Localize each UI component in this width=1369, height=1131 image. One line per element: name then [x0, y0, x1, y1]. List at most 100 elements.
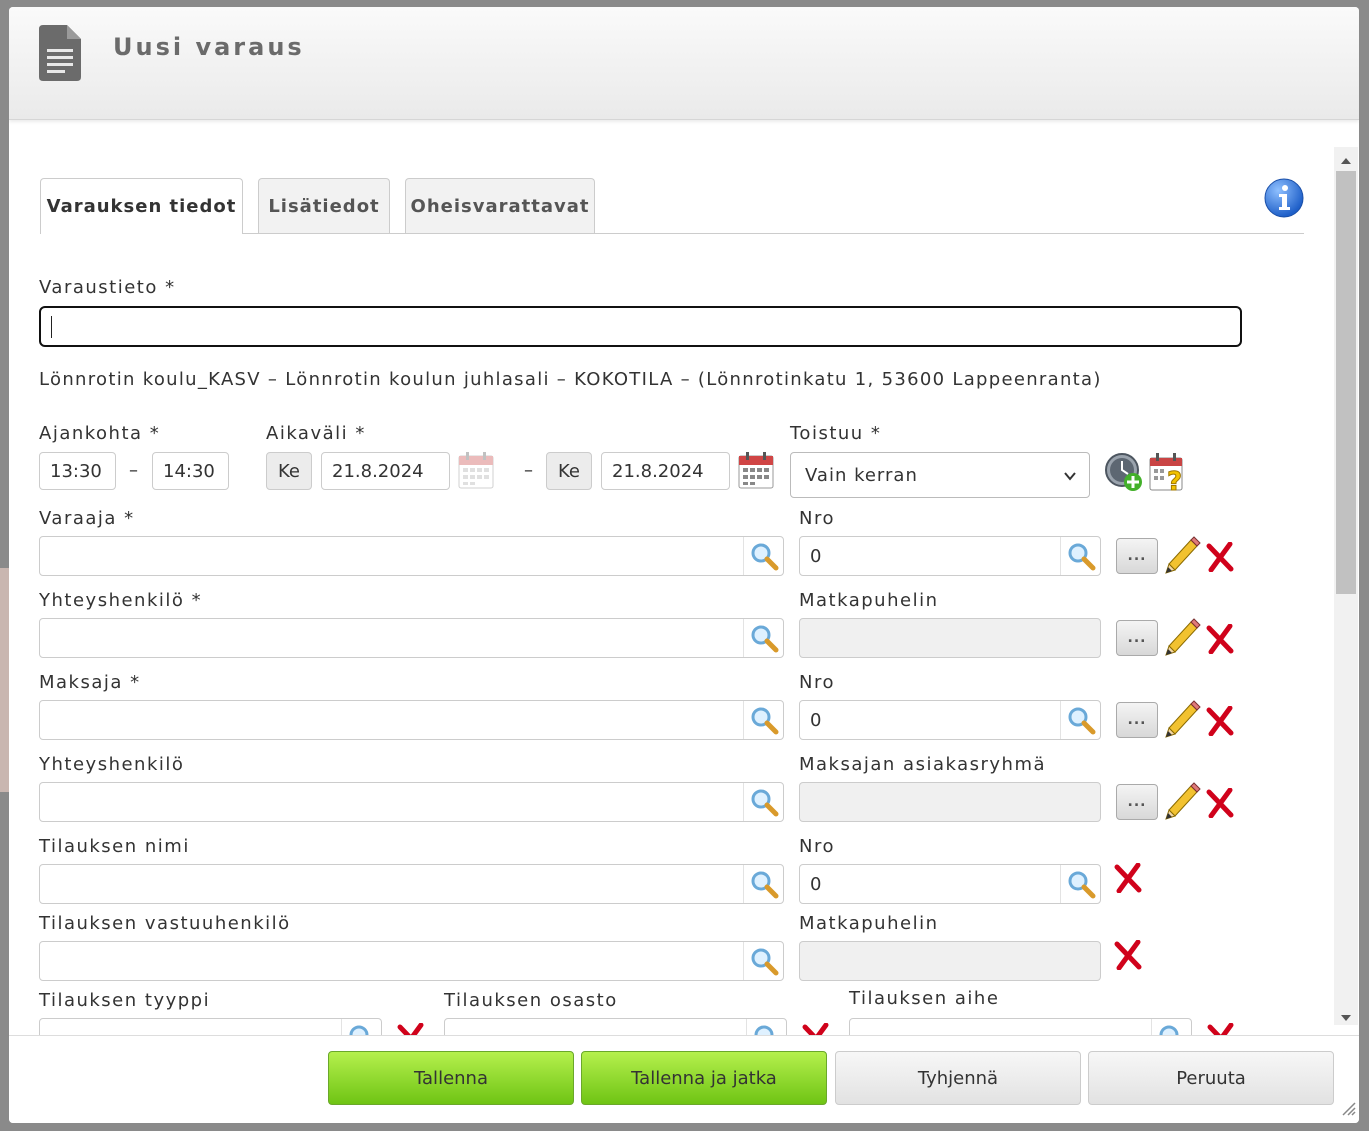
maksajan-yhteyshenkilo-browse-button[interactable]: ... [1116, 784, 1158, 820]
search-icon[interactable] [341, 1019, 381, 1035]
save-and-continue-button[interactable]: Tallenna ja jatka [581, 1051, 827, 1105]
varaustieto-label: Varaustieto * [39, 277, 176, 298]
svg-text:?: ? [1167, 467, 1182, 492]
cancel-button[interactable]: Peruuta [1088, 1051, 1334, 1105]
varaaja-nro-value: 0 [810, 545, 822, 567]
time-separator: – [129, 460, 138, 481]
tilauksen-nimi-label: Tilauksen nimi [39, 836, 190, 857]
document-icon [39, 25, 81, 85]
tilaus-nro-label: Nro [799, 836, 835, 857]
tab-bar: Varauksen tiedot Lisätiedot Oheisvaratta… [40, 178, 1304, 234]
repeat-select-value: Vain kerran [805, 464, 918, 486]
toistuu-label: Toistuu * [790, 423, 882, 444]
tilauksen-osasto-label: Tilauksen osasto [444, 990, 618, 1011]
new-reservation-dialog: Uusi varaus Varauksen tiedot Lisätiedot … [9, 7, 1359, 1123]
end-date-input[interactable]: 21.8.2024 [601, 452, 730, 490]
calendar-icon[interactable] [458, 451, 494, 493]
search-icon[interactable] [743, 783, 783, 821]
pencil-icon[interactable] [1163, 534, 1201, 578]
search-icon[interactable] [1060, 537, 1100, 575]
scroll-down-arrow-icon[interactable] [1341, 1015, 1351, 1021]
search-icon[interactable] [743, 537, 783, 575]
delete-x-icon[interactable] [1206, 541, 1234, 576]
varaaja-input[interactable] [39, 536, 784, 576]
varaaja-label: Varaaja * [39, 508, 135, 529]
scrollbar-thumb[interactable] [1336, 171, 1356, 594]
tab-varauksen-tiedot[interactable]: Varauksen tiedot [40, 178, 243, 234]
info-icon[interactable] [1264, 178, 1304, 222]
matkapuhelin-input [799, 618, 1101, 658]
clear-button[interactable]: Tyhjennä [835, 1051, 1081, 1105]
end-weekday: Ke [546, 452, 592, 490]
repeat-select[interactable]: Vain kerran [790, 452, 1090, 498]
search-icon[interactable] [743, 865, 783, 903]
maksaja-input[interactable] [39, 700, 784, 740]
vertical-scrollbar[interactable] [1334, 147, 1358, 1025]
vastuuhenkilo-matkapuhelin-input [799, 941, 1101, 981]
calendar-help-icon[interactable]: ? [1149, 452, 1187, 498]
start-time-input[interactable]: 13:30 [39, 452, 116, 490]
delete-x-icon[interactable] [1206, 623, 1234, 658]
tilauksen-aihe-input[interactable] [849, 1018, 1192, 1035]
search-icon[interactable] [746, 1019, 786, 1035]
search-icon[interactable] [1060, 865, 1100, 903]
pencil-icon[interactable] [1163, 698, 1201, 742]
tilaus-nro-input[interactable]: 0 [799, 864, 1101, 904]
yhteyshenkilo-browse-button[interactable]: ... [1116, 620, 1158, 656]
search-icon[interactable] [743, 619, 783, 657]
search-icon[interactable] [743, 701, 783, 739]
tilauksen-osasto-input[interactable] [444, 1018, 787, 1035]
tab-oheisvarattavat[interactable]: Oheisvarattavat [405, 178, 595, 233]
tilauksen-tyyppi-input[interactable] [39, 1018, 382, 1035]
maksajan-asiakasryhma-input [799, 782, 1101, 822]
resize-handle-icon[interactable] [1340, 1100, 1356, 1120]
varaaja-nro-label: Nro [799, 508, 835, 529]
maksaja-label: Maksaja * [39, 672, 141, 693]
search-icon[interactable] [1151, 1019, 1191, 1035]
varaaja-browse-button[interactable]: ... [1116, 538, 1158, 574]
tilauksen-vastuuhenkilo-input[interactable] [39, 941, 784, 981]
matkapuhelin-label: Matkapuhelin [799, 590, 939, 611]
dialog-title: Uusi varaus [113, 33, 305, 61]
tilauksen-nimi-input[interactable] [39, 864, 784, 904]
delete-x-icon[interactable] [1114, 939, 1142, 974]
vastuuhenkilo-matkapuhelin-label: Matkapuhelin [799, 913, 939, 934]
yhteyshenkilo-input[interactable] [39, 618, 784, 658]
ajankohta-label: Ajankohta * [39, 423, 161, 444]
varaaja-nro-input[interactable]: 0 [799, 536, 1101, 576]
dialog-header: Uusi varaus [9, 7, 1359, 120]
delete-x-icon[interactable] [397, 1022, 425, 1035]
pencil-icon[interactable] [1163, 780, 1201, 824]
scroll-up-arrow-icon[interactable] [1341, 158, 1351, 164]
delete-x-icon[interactable] [1114, 862, 1142, 897]
delete-x-icon[interactable] [1206, 705, 1234, 740]
maksaja-nro-label: Nro [799, 672, 835, 693]
maksajan-yhteyshenkilo-input[interactable] [39, 782, 784, 822]
calendar-icon[interactable] [738, 451, 774, 493]
tilauksen-vastuuhenkilo-label: Tilauksen vastuuhenkilö [39, 913, 291, 934]
add-time-icon[interactable] [1104, 452, 1144, 496]
form-scroll-area: Varauksen tiedot Lisätiedot Oheisvaratta… [9, 147, 1334, 1035]
varaustieto-input[interactable] [39, 306, 1242, 347]
tab-lisatiedot[interactable]: Lisätiedot [258, 178, 390, 233]
save-button[interactable]: Tallenna [328, 1051, 574, 1105]
dialog-footer: Tallenna Tallenna ja jatka Tyhjennä Peru… [9, 1035, 1359, 1123]
delete-x-icon[interactable] [802, 1022, 830, 1035]
end-time-input[interactable]: 14:30 [152, 452, 229, 490]
delete-x-icon[interactable] [1207, 1022, 1235, 1035]
text-caret [51, 315, 52, 338]
maksaja-nro-input[interactable]: 0 [799, 700, 1101, 740]
delete-x-icon[interactable] [1206, 787, 1234, 822]
maksajan-yhteyshenkilo-label: Yhteyshenkilö [39, 754, 185, 775]
search-icon[interactable] [743, 942, 783, 980]
chevron-down-icon [1063, 467, 1077, 488]
maksaja-browse-button[interactable]: ... [1116, 702, 1158, 738]
maksaja-nro-value: 0 [810, 709, 822, 731]
start-date-input[interactable]: 21.8.2024 [321, 452, 450, 490]
tilauksen-tyyppi-label: Tilauksen tyyppi [39, 990, 211, 1011]
pencil-icon[interactable] [1163, 616, 1201, 660]
date-separator: – [524, 460, 533, 481]
search-icon[interactable] [1060, 701, 1100, 739]
tilauksen-aihe-label: Tilauksen aihe [849, 988, 1000, 1009]
maksajan-asiakasryhma-label: Maksajan asiakasryhmä [799, 754, 1047, 775]
